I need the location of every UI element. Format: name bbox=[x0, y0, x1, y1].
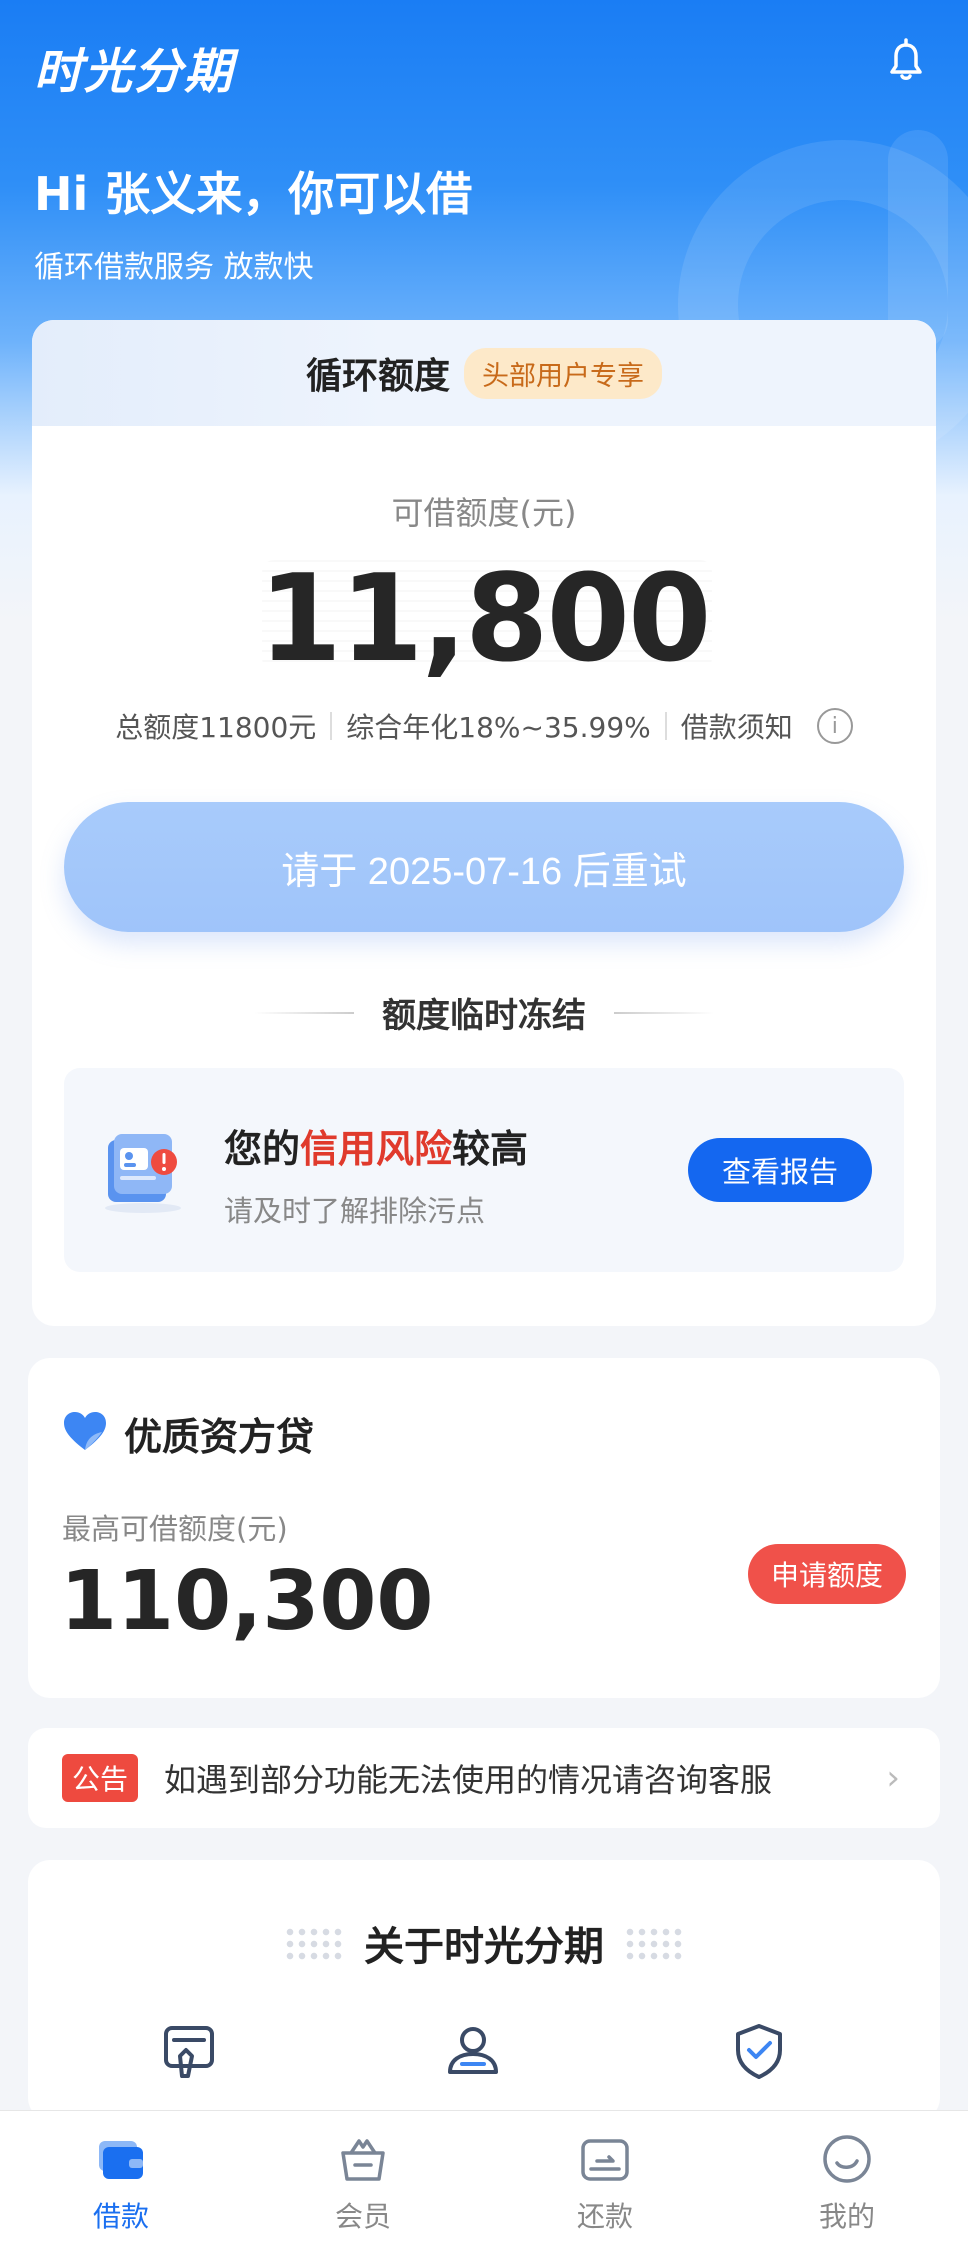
announcement-tag: 公告 bbox=[62, 1754, 139, 1802]
credit-report-icon bbox=[98, 1122, 188, 1218]
dots-decoration bbox=[624, 1926, 684, 1960]
risk-title: 您的信用风险较高 bbox=[224, 1127, 529, 1171]
tab-label: 会员 bbox=[334, 2200, 391, 2233]
hero-decoration-bar bbox=[888, 130, 948, 350]
announcement-text: 如遇到部分功能无法使用的情况请咨询客服 bbox=[164, 1761, 773, 1799]
divider bbox=[664, 712, 667, 740]
contract-icon bbox=[158, 2020, 220, 2082]
freeze-section-title: 额度临时冻结 bbox=[32, 988, 936, 1037]
heart-icon bbox=[62, 1410, 108, 1452]
card-title: 循环额度 bbox=[305, 356, 450, 397]
about-title: 关于时光分期 bbox=[28, 1914, 940, 1972]
chevron-right-icon: › bbox=[886, 1758, 900, 1798]
dots-decoration bbox=[284, 1926, 344, 1960]
bell-icon[interactable] bbox=[878, 32, 934, 88]
tab-member[interactable]: 会员 bbox=[242, 2111, 484, 2249]
tab-borrow[interactable]: 借款 bbox=[0, 2111, 242, 2249]
smile-icon bbox=[819, 2131, 875, 2187]
info-icon[interactable]: i bbox=[816, 708, 853, 744]
apply-limit-button[interactable]: 申请额度 bbox=[748, 1544, 906, 1604]
max-limit-value: 110,300 bbox=[60, 1554, 434, 1649]
bottom-tab-bar: 借款 会员 还款 我的 bbox=[0, 2110, 968, 2249]
credit-risk-box: 您的信用风险较高 请及时了解排除污点 查看报告 bbox=[64, 1068, 904, 1272]
repay-card-icon bbox=[577, 2131, 633, 2187]
about-card: 关于时光分期 bbox=[28, 1860, 940, 2120]
available-limit-label: 可借额度(元) bbox=[391, 494, 577, 532]
freeze-title-text: 额度临时冻结 bbox=[382, 996, 586, 1036]
greeting-subtitle: 循环借款服务 放款快 bbox=[34, 250, 314, 285]
revolving-credit-card: 循环额度 头部用户专享 可借额度(元) 11,800 总额度11800元 综合年… bbox=[32, 320, 936, 1326]
tab-profile[interactable]: 我的 bbox=[726, 2111, 968, 2249]
loan-notice-link[interactable]: 借款须知 bbox=[681, 706, 793, 746]
total-limit: 总额度11800元 bbox=[115, 711, 317, 744]
announcement-bar[interactable]: 公告 如遇到部分功能无法使用的情况请咨询客服 › bbox=[28, 1728, 940, 1828]
shield-icon bbox=[728, 2020, 790, 2082]
divider bbox=[254, 1011, 354, 1014]
premium-loan-card[interactable]: 优质资方贷 最高可借额度(元) 110,300 申请额度 bbox=[28, 1358, 940, 1698]
user-icon bbox=[442, 2020, 504, 2082]
tab-label: 还款 bbox=[576, 2200, 633, 2233]
annual-rate: 综合年化18%~35.99% bbox=[346, 711, 651, 744]
divider bbox=[614, 1011, 714, 1014]
tab-repay[interactable]: 还款 bbox=[484, 2111, 726, 2249]
view-report-button[interactable]: 查看报告 bbox=[688, 1138, 872, 1202]
wallet-icon bbox=[93, 2131, 149, 2187]
greeting-title: Hi 张义来，你可以借 bbox=[34, 167, 473, 221]
top-bar: 时光分期 bbox=[0, 0, 968, 130]
crown-basket-icon bbox=[335, 2131, 391, 2187]
about-title-text: 关于时光分期 bbox=[364, 1924, 604, 1970]
divider bbox=[330, 712, 333, 740]
available-limit-value: 11,800 bbox=[258, 550, 711, 689]
vip-badge: 头部用户专享 bbox=[464, 347, 662, 399]
tab-label: 借款 bbox=[92, 2200, 149, 2233]
premium-loan-title: 优质资方贷 bbox=[124, 1415, 315, 1459]
max-limit-label: 最高可借额度(元) bbox=[62, 1512, 288, 1546]
app-logo: 时光分期 bbox=[34, 44, 235, 100]
risk-highlight: 信用风险 bbox=[300, 1127, 453, 1171]
card-header: 循环额度 头部用户专享 bbox=[32, 320, 936, 426]
tab-label: 我的 bbox=[818, 2200, 875, 2233]
limit-info-row: 总额度11800元 综合年化18%~35.99% 借款须知 i bbox=[32, 706, 936, 746]
risk-subtitle: 请及时了解排除污点 bbox=[224, 1194, 486, 1228]
retry-button[interactable]: 请于 2025-07-16 后重试 bbox=[64, 802, 904, 932]
